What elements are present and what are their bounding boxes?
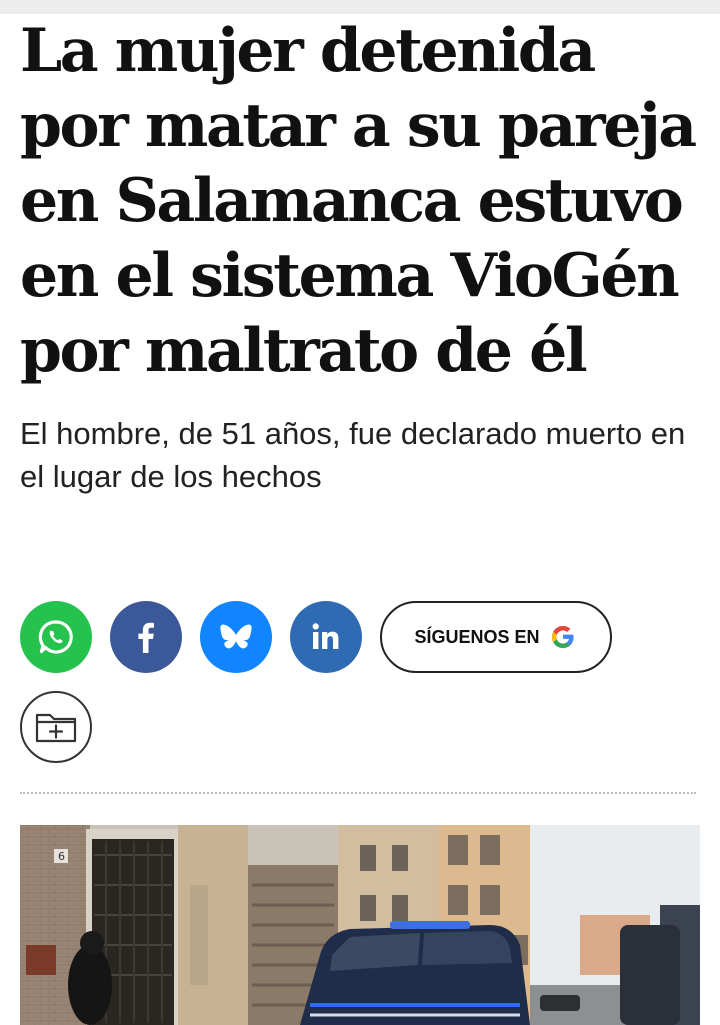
- browser-top-bar: [0, 0, 720, 14]
- google-icon: [548, 622, 578, 652]
- whatsapp-icon: [38, 620, 73, 654]
- article-photo[interactable]: 6: [20, 825, 700, 1025]
- article-headline: La mujer detenida por matar a su pareja …: [20, 16, 697, 386]
- share-facebook-button[interactable]: [110, 601, 182, 673]
- section-divider: [20, 792, 696, 794]
- save-to-folder-button[interactable]: [20, 691, 92, 763]
- article-subheadline: El hombre, de 51 años, fue declarado mue…: [20, 416, 686, 494]
- facebook-icon: [138, 622, 154, 653]
- share-whatsapp-button[interactable]: [20, 601, 92, 673]
- linkedin-icon: [312, 623, 339, 649]
- share-bar: SÍGUENOS EN: [20, 601, 612, 673]
- house-number: 6: [58, 850, 65, 863]
- article-photo-image: 6: [20, 825, 700, 1025]
- follow-google-button[interactable]: SÍGUENOS EN: [380, 601, 612, 673]
- share-linkedin-button[interactable]: [290, 601, 362, 673]
- bluesky-icon: [220, 624, 252, 649]
- share-bluesky-button[interactable]: [200, 601, 272, 673]
- folder-plus-icon: [35, 713, 77, 743]
- follow-label: SÍGUENOS EN: [414, 626, 540, 647]
